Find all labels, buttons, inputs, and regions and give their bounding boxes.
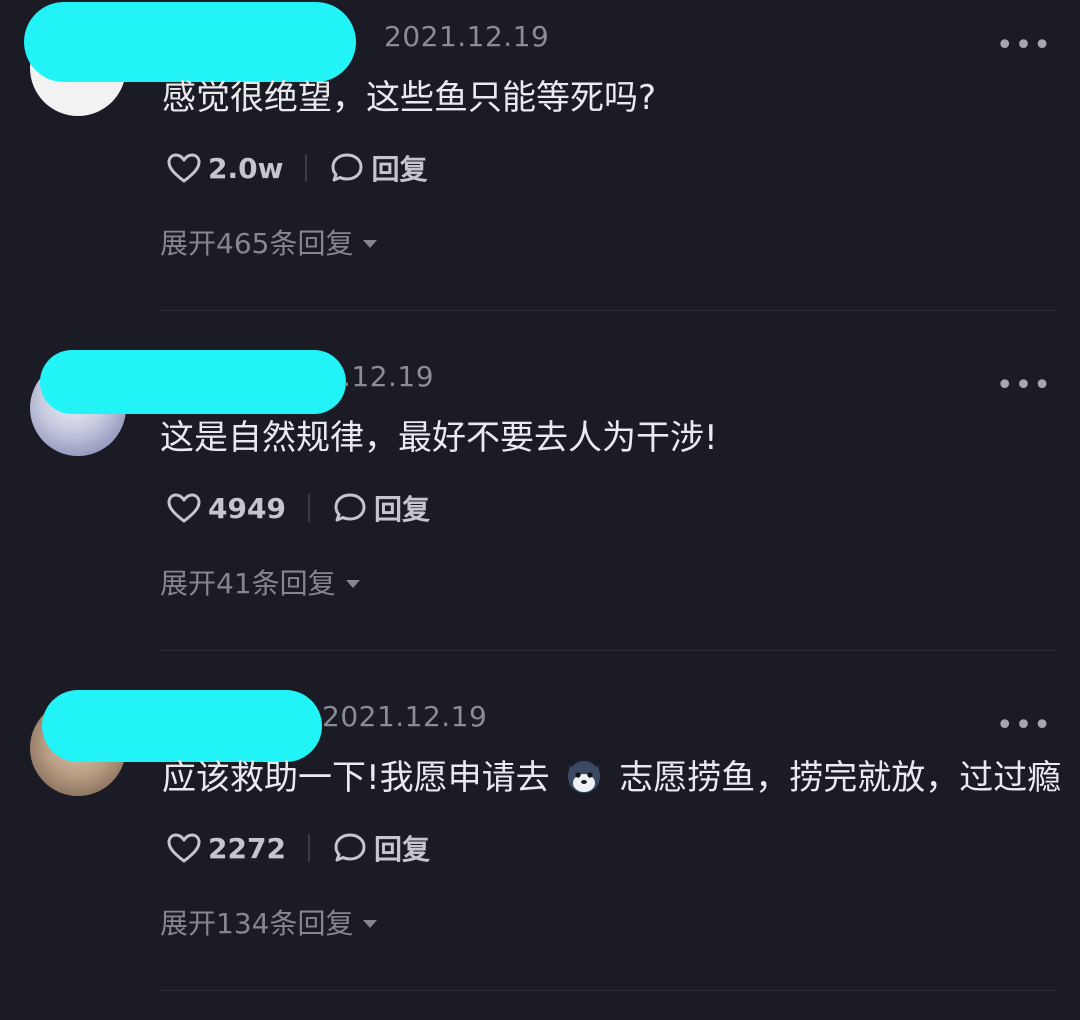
speech-bubble-icon (334, 833, 366, 862)
comment-item: 2021.12.19 ••• 应该救助一下!我愿申请去 志愿捞鱼，捞完就放，过过… (0, 680, 1080, 1020)
like-button[interactable]: 4949 (166, 492, 286, 525)
comment-text: 这是自然规律，最好不要去人为干涉! (160, 418, 718, 458)
caret-down-icon (345, 580, 360, 588)
like-count: 2.0w (208, 151, 284, 185)
like-count: 2272 (208, 831, 286, 865)
redaction-blob (40, 350, 346, 414)
expand-replies-button[interactable]: 展开134条回复 (160, 902, 378, 942)
fox-emoji-icon (564, 755, 604, 804)
comment-divider (160, 310, 1056, 311)
more-options-button[interactable]: ••• (996, 371, 1052, 401)
comment-time: 2021.12.19 (384, 20, 550, 53)
comment-time: 2021.12.19 (322, 700, 488, 733)
like-button[interactable]: 2.0w (166, 152, 283, 185)
action-divider (305, 154, 308, 182)
comment-text-part: 应该救助一下!我愿申请去 (162, 758, 550, 798)
reply-label: 回复 (373, 833, 430, 866)
heart-outline-icon (167, 833, 201, 863)
more-dots-icon: ••• (995, 708, 1052, 743)
expand-replies-label: 展开41条回复 (160, 567, 336, 600)
comment-item: 2021.12.19 ••• 感觉很绝望，这些鱼只能等死吗? 2.0w 回复 展… (0, 0, 1080, 340)
comment-actions: 2.0w 回复 (166, 146, 427, 190)
heart-outline-icon (167, 493, 201, 523)
more-options-button[interactable]: ••• (996, 711, 1052, 741)
comment-item: .12.19 ••• 这是自然规律，最好不要去人为干涉! 4949 回复 展开4… (0, 340, 1080, 680)
comment-text: 感觉很绝望，这些鱼只能等死吗? (162, 78, 657, 118)
reply-label: 回复 (373, 493, 430, 526)
like-count: 4949 (208, 491, 286, 525)
reply-label: 回复 (371, 153, 428, 186)
action-divider (307, 494, 310, 522)
speech-bubble-icon (334, 493, 366, 522)
heart-outline-icon (167, 153, 201, 183)
comment-time: .12.19 (342, 360, 435, 393)
expand-replies-button[interactable]: 展开41条回复 (160, 562, 360, 602)
caret-down-icon (363, 240, 378, 248)
comment-actions: 2272 回复 (166, 826, 430, 870)
comment-text-part: 志愿捞鱼，捞完就放，过过瘾 (619, 758, 1062, 798)
comment-divider (160, 990, 1056, 991)
action-divider (307, 834, 310, 862)
reply-button[interactable]: 回复 (332, 828, 430, 868)
like-button[interactable]: 2272 (166, 832, 286, 865)
expand-replies-label: 展开134条回复 (160, 907, 354, 940)
more-dots-icon: ••• (995, 368, 1052, 403)
reply-button[interactable]: 回复 (332, 488, 430, 528)
speech-bubble-icon (331, 153, 363, 182)
expand-replies-button[interactable]: 展开465条回复 (160, 222, 378, 262)
comment-divider (160, 650, 1056, 651)
comment-actions: 4949 回复 (166, 486, 430, 530)
more-dots-icon: ••• (995, 28, 1052, 63)
comment-text: 应该救助一下!我愿申请去 志愿捞鱼，捞完就放，过过瘾 (162, 750, 1061, 804)
reply-button[interactable]: 回复 (329, 148, 427, 188)
caret-down-icon (363, 920, 378, 928)
more-options-button[interactable]: ••• (996, 31, 1052, 61)
expand-replies-label: 展开465条回复 (160, 227, 354, 260)
